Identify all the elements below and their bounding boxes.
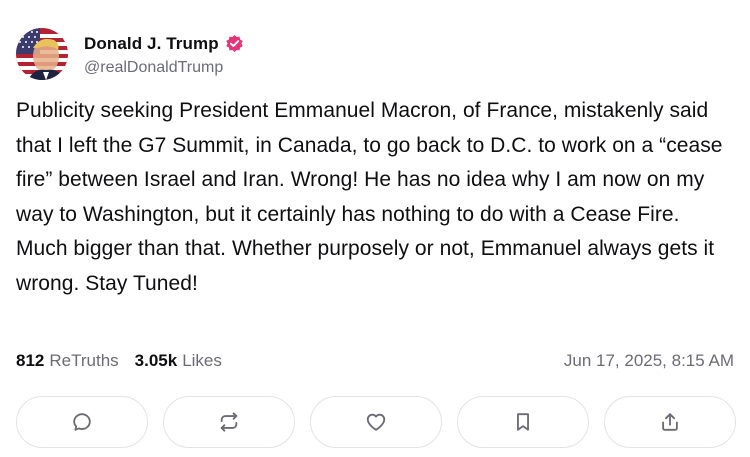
- reply-icon: [73, 413, 91, 431]
- author-handle[interactable]: @realDonaldTrump: [84, 59, 244, 77]
- bookmark-button[interactable]: [457, 396, 589, 448]
- retruth-button[interactable]: [163, 396, 295, 448]
- share-button[interactable]: [604, 396, 736, 448]
- author-names: Donald J. Trump @realDonaldTrump: [84, 32, 244, 77]
- post-text: Publicity seeking President Emmanuel Mac…: [16, 99, 723, 295]
- retruths-count: 812: [16, 351, 45, 370]
- verified-badge-icon: [225, 34, 244, 53]
- reply-button[interactable]: [16, 396, 148, 448]
- retruth-icon: [220, 412, 238, 432]
- post-stats: 812 ReTruths 3.05k Likes Jun 17, 2025, 8…: [16, 349, 734, 373]
- share-icon: [662, 413, 678, 431]
- likes-count: 3.05k: [134, 351, 178, 370]
- like-button[interactable]: [310, 396, 442, 448]
- post-header: Donald J. Trump @realDonaldTrump: [16, 27, 244, 81]
- like-icon: [366, 413, 386, 431]
- retruths-stat[interactable]: 812 ReTruths: [16, 351, 119, 371]
- retruths-label: ReTruths: [49, 351, 119, 370]
- likes-label: Likes: [182, 351, 222, 370]
- post-timestamp[interactable]: Jun 17, 2025, 8:15 AM: [564, 351, 734, 371]
- avatar-image: [16, 28, 68, 80]
- likes-stat[interactable]: 3.05k Likes: [135, 351, 222, 371]
- bookmark-icon: [517, 413, 529, 431]
- author-display-name[interactable]: Donald J. Trump: [84, 34, 219, 54]
- name-row: Donald J. Trump: [84, 32, 244, 56]
- avatar[interactable]: [16, 28, 68, 80]
- action-bar: [16, 396, 736, 450]
- truth-post: Donald J. Trump @realDonaldTrump Publici…: [0, 0, 750, 457]
